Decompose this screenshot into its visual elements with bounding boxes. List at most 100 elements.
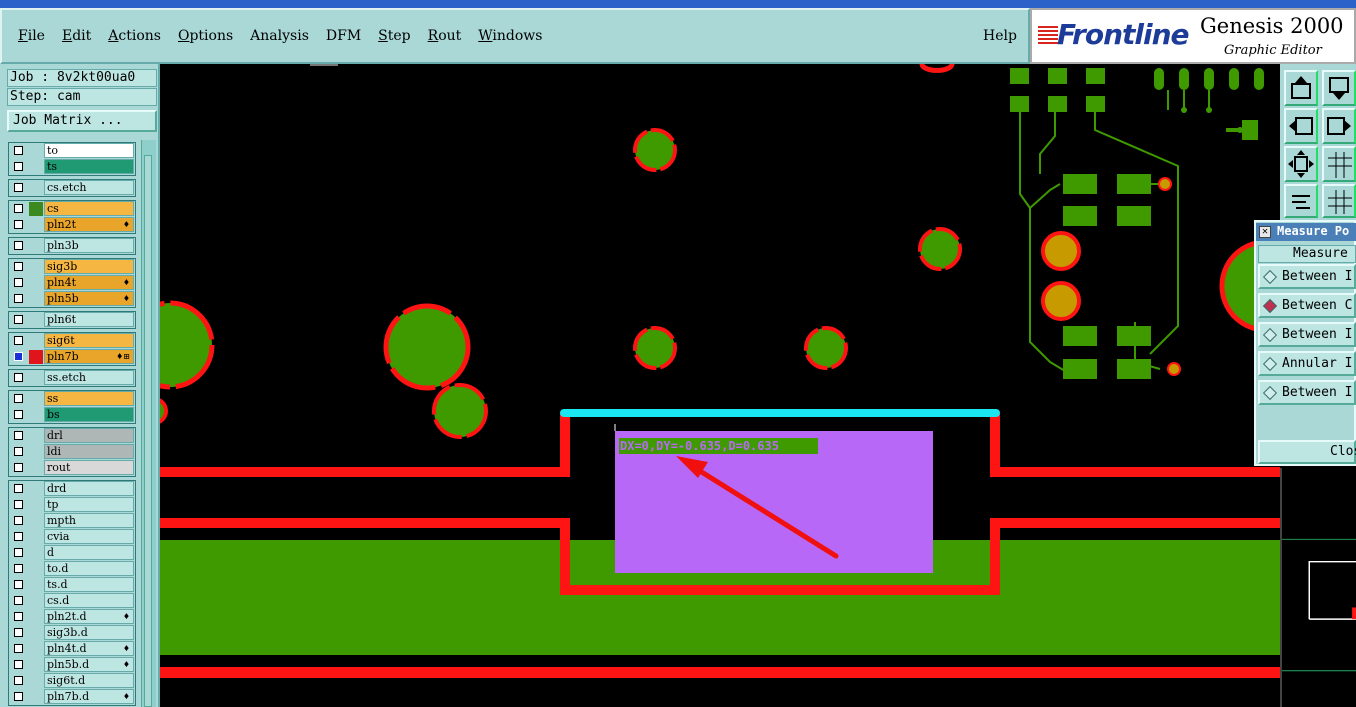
layer-checkbox[interactable] xyxy=(14,548,23,557)
layer-name[interactable]: pln4t ♦ xyxy=(44,275,134,290)
layer-row[interactable]: pln7b ♦⊞ xyxy=(9,349,135,365)
menu-step[interactable]: Step xyxy=(378,28,410,44)
layer-work-indicator[interactable] xyxy=(29,392,43,406)
layer-row[interactable]: mpth xyxy=(9,513,135,529)
layer-checkbox[interactable] xyxy=(14,394,23,403)
layer-row[interactable]: pln2t ♦ xyxy=(9,217,135,233)
layer-work-indicator[interactable] xyxy=(29,461,43,475)
layer-work-indicator[interactable] xyxy=(29,514,43,528)
layer-work-indicator[interactable] xyxy=(29,334,43,348)
layer-checkbox[interactable] xyxy=(14,463,23,472)
layer-checkbox[interactable] xyxy=(14,564,23,573)
layer-name[interactable]: cvia xyxy=(44,529,134,544)
layer-checkbox[interactable] xyxy=(14,220,23,229)
layer-name[interactable]: pln4t.d ♦ xyxy=(44,641,134,656)
menu-edit[interactable]: Edit xyxy=(62,28,91,44)
layer-name[interactable]: sig3b.d xyxy=(44,625,134,640)
layer-checkbox[interactable] xyxy=(14,241,23,250)
layer-name[interactable]: sig3b xyxy=(44,259,134,274)
grid-icon[interactable] xyxy=(1322,146,1356,182)
layer-name[interactable]: ss.etch xyxy=(44,370,134,385)
zoom-fit-icon[interactable] xyxy=(1284,146,1318,182)
layer-row[interactable]: pln7b.d ♦ xyxy=(9,689,135,705)
layer-work-indicator[interactable] xyxy=(29,218,43,232)
layer-work-indicator[interactable] xyxy=(29,260,43,274)
layer-work-indicator[interactable] xyxy=(29,408,43,422)
layer-name[interactable]: pln6t xyxy=(44,312,134,327)
measure-option[interactable]: Annular I xyxy=(1258,351,1356,376)
measure-close-button[interactable]: Clos xyxy=(1258,440,1356,464)
layer-row[interactable]: cs xyxy=(9,201,135,217)
radio-diamond-icon[interactable] xyxy=(1262,298,1278,314)
layer-name[interactable]: ldi xyxy=(44,444,134,459)
menu-help[interactable]: Help xyxy=(983,28,1017,44)
scrollbar-thumb[interactable] xyxy=(144,155,152,707)
layer-name[interactable]: sig6t xyxy=(44,333,134,348)
layer-name[interactable]: pln7b ♦⊞ xyxy=(44,349,134,364)
layer-name[interactable]: mpth xyxy=(44,513,134,528)
layer-row[interactable]: pln5b ♦ xyxy=(9,291,135,307)
layer-row[interactable]: pln3b xyxy=(9,238,135,254)
layer-row[interactable]: ts xyxy=(9,159,135,175)
menu-analysis[interactable]: Analysis xyxy=(250,28,309,44)
layer-row[interactable]: ss.etch xyxy=(9,370,135,386)
measure-option[interactable]: Between I xyxy=(1258,322,1356,347)
menu-dfm[interactable]: DFM xyxy=(326,28,361,44)
layer-name[interactable]: tp xyxy=(44,497,134,512)
layer-checkbox[interactable] xyxy=(14,410,23,419)
layer-checkbox[interactable] xyxy=(14,660,23,669)
layer-work-indicator[interactable] xyxy=(29,276,43,290)
layer-checkbox[interactable] xyxy=(14,431,23,440)
layer-checkbox[interactable] xyxy=(14,580,23,589)
layer-row[interactable]: bs xyxy=(9,407,135,423)
layer-checkbox[interactable] xyxy=(14,183,23,192)
layer-row[interactable]: ldi xyxy=(9,444,135,460)
layer-row[interactable]: rout xyxy=(9,460,135,476)
layer-work-indicator[interactable] xyxy=(29,144,43,158)
layer-checkbox[interactable] xyxy=(14,676,23,685)
layer-row[interactable]: sig6t xyxy=(9,333,135,349)
layer-checkbox[interactable] xyxy=(14,596,23,605)
layer-checkbox[interactable] xyxy=(14,612,23,621)
layer-work-indicator[interactable] xyxy=(29,445,43,459)
layer-work-indicator[interactable] xyxy=(29,546,43,560)
layer-work-indicator[interactable] xyxy=(29,562,43,576)
layer-name[interactable]: ss xyxy=(44,391,134,406)
layer-row[interactable]: cvia xyxy=(9,529,135,545)
pan-down-icon[interactable] xyxy=(1322,70,1356,106)
layer-work-indicator[interactable] xyxy=(29,181,43,195)
measure-option[interactable]: Between I xyxy=(1258,380,1356,405)
layer-row[interactable]: to.d xyxy=(9,561,135,577)
layer-work-indicator[interactable] xyxy=(29,202,43,216)
pan-left-icon[interactable] xyxy=(1284,108,1318,144)
layer-work-indicator[interactable] xyxy=(29,610,43,624)
layer-name[interactable]: drl xyxy=(44,428,134,443)
layer-row[interactable]: ss xyxy=(9,391,135,407)
menu-file[interactable]: File xyxy=(18,28,45,44)
layer-work-indicator[interactable] xyxy=(29,690,43,704)
layer-work-indicator[interactable] xyxy=(29,350,43,364)
snap-icon[interactable] xyxy=(1284,184,1318,218)
measure-option[interactable]: Between I xyxy=(1258,264,1356,289)
radio-diamond-icon[interactable] xyxy=(1262,385,1278,401)
layer-work-indicator[interactable] xyxy=(29,498,43,512)
layer-name[interactable]: pln2t ♦ xyxy=(44,217,134,232)
layer-name[interactable]: ts xyxy=(44,159,134,174)
layer-name[interactable]: ts.d xyxy=(44,577,134,592)
layer-row[interactable]: cs.d xyxy=(9,593,135,609)
layer-checkbox[interactable] xyxy=(14,373,23,382)
layer-row[interactable]: pln4t ♦ xyxy=(9,275,135,291)
layer-row[interactable]: sig6t.d xyxy=(9,673,135,689)
grid-snap-icon[interactable] xyxy=(1322,184,1356,218)
pan-right-icon[interactable] xyxy=(1322,108,1356,144)
layer-row[interactable]: to xyxy=(9,143,135,159)
layer-name[interactable]: to.d xyxy=(44,561,134,576)
pan-up-icon[interactable] xyxy=(1284,70,1318,106)
layer-name[interactable]: pln5b.d ♦ xyxy=(44,657,134,672)
layer-checkbox[interactable] xyxy=(14,336,23,345)
layer-name[interactable]: pln3b xyxy=(44,238,134,253)
layer-work-indicator[interactable] xyxy=(29,658,43,672)
layer-name[interactable]: drd xyxy=(44,481,134,496)
layer-work-indicator[interactable] xyxy=(29,594,43,608)
layer-checkbox[interactable] xyxy=(14,262,23,271)
